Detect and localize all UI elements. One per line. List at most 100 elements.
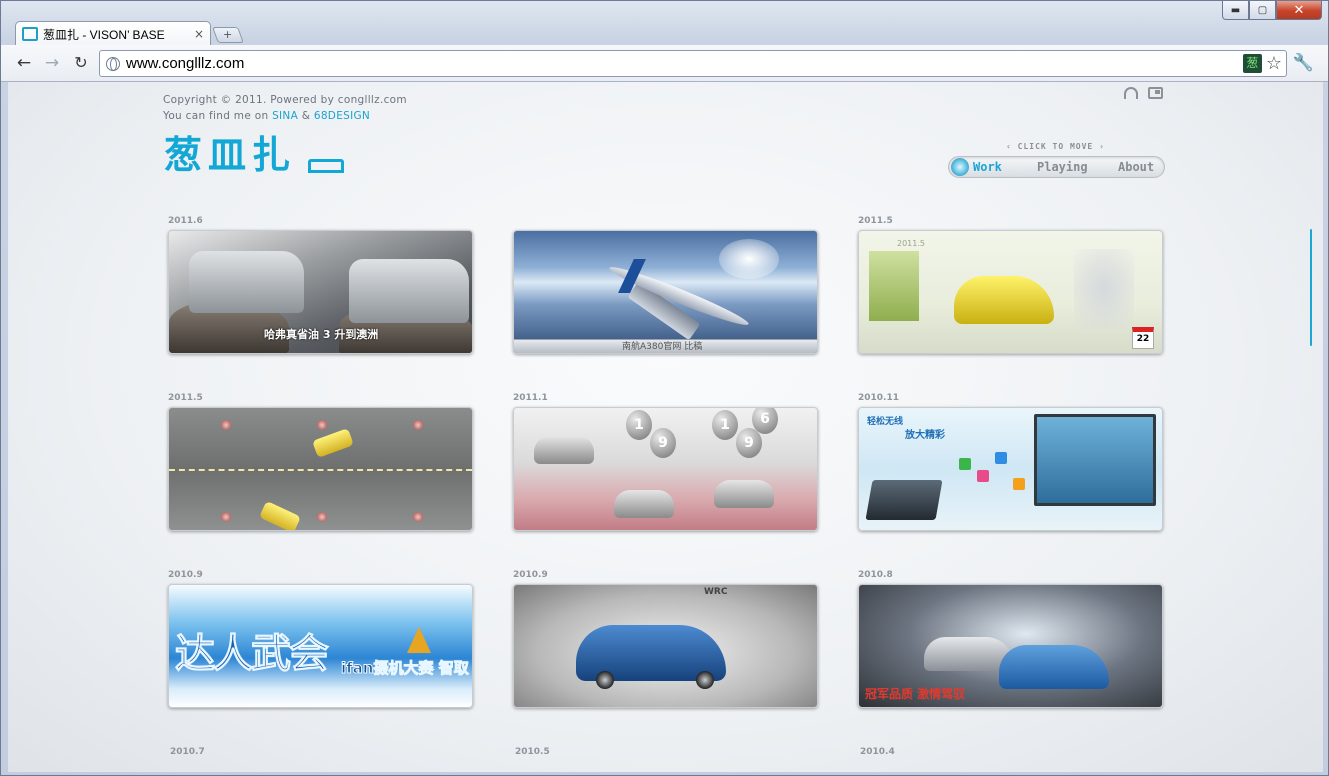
url-text[interactable]: www.conglllz.com bbox=[126, 55, 1243, 72]
site-logo[interactable]: 葱皿扎 bbox=[164, 133, 345, 177]
app-tile-shape bbox=[995, 452, 1007, 464]
work-item[interactable]: 2011.6 哈弗真省油 3 升到澳洲 bbox=[168, 216, 473, 354]
copyright-block: Copyright © 2011. Powered by conglllz.co… bbox=[163, 92, 407, 124]
work-item[interactable]: 2010.11 轻松无线 放大精彩 bbox=[858, 393, 1163, 531]
balloon-shape: 9 bbox=[736, 428, 762, 458]
globe-icon bbox=[106, 56, 120, 71]
marker-dot bbox=[413, 512, 423, 522]
tab-title: 葱皿扎 - VISON’ BASE bbox=[43, 27, 165, 42]
work-caption: 2011.5 bbox=[897, 239, 925, 248]
suv-shape bbox=[349, 259, 469, 323]
work-thumbnail[interactable]: 哈弗真省油 3 升到澳洲 bbox=[168, 230, 473, 354]
work-item[interactable]: 南航A380官网 比稿 bbox=[513, 216, 818, 354]
window-toggle-icon[interactable] bbox=[1148, 87, 1163, 99]
wheel-shape bbox=[596, 671, 614, 689]
blue-car-shape bbox=[999, 645, 1109, 689]
work-thumbnail[interactable]: WRC bbox=[513, 584, 818, 708]
laptop-shape bbox=[865, 480, 943, 520]
work-thumbnail[interactable] bbox=[168, 407, 473, 531]
find-me-line: You can find me on SINA & 68DESIGN bbox=[163, 108, 407, 124]
marker-dot bbox=[221, 420, 231, 430]
balloon-shape: 6 bbox=[752, 408, 778, 434]
nav-work[interactable]: Work bbox=[973, 160, 1002, 174]
section-nav[interactable]: Work Playing About bbox=[948, 156, 1165, 178]
wrench-icon[interactable]: 🔧 bbox=[1293, 53, 1314, 73]
new-tab-button[interactable]: + bbox=[212, 27, 244, 43]
work-date: 2011.6 bbox=[168, 216, 203, 226]
work-date: 2011.5 bbox=[858, 216, 893, 226]
work-date: 2010.9 bbox=[168, 570, 203, 580]
taxi-shape bbox=[258, 500, 302, 530]
tab-close-icon[interactable]: × bbox=[194, 27, 204, 41]
marker-dot bbox=[317, 512, 327, 522]
plus-icon: + bbox=[223, 28, 233, 41]
browser-window: ▬ ▢ ✕ 葱皿扎 - VISON’ BASE × + ← → ↻ www.co… bbox=[0, 0, 1329, 776]
work-item[interactable]: 2010.4 bbox=[860, 747, 1165, 761]
work-date: 2010.7 bbox=[170, 747, 205, 757]
work-item[interactable]: 2010.8 冠军品质 激情驾驭 bbox=[858, 570, 1163, 708]
scroll-indicator[interactable] bbox=[1310, 229, 1312, 346]
building-shape bbox=[869, 251, 919, 321]
taxi-shape bbox=[312, 428, 354, 458]
tab-active[interactable]: 葱皿扎 - VISON’ BASE × bbox=[15, 21, 211, 46]
headphone-icon[interactable] bbox=[1124, 87, 1138, 99]
browser-toolbar: ← → ↻ www.conglllz.com 葱 ☆ 🔧 bbox=[1, 45, 1328, 82]
work-caption: 哈弗真省油 3 升到澳洲 bbox=[264, 328, 379, 341]
balloon-shape: 1 bbox=[626, 410, 652, 440]
extension-icon[interactable]: 葱 bbox=[1242, 54, 1262, 73]
copyright-text: Copyright © 2011. Powered by conglllz.co… bbox=[163, 94, 407, 106]
work-item[interactable]: 2010.5 bbox=[515, 747, 820, 761]
work-thumbnail[interactable]: 达人武会 ifan摄机大赛 智取 bbox=[168, 584, 473, 708]
nav-about[interactable]: About bbox=[1118, 160, 1154, 174]
back-arrow-icon[interactable]: ← bbox=[13, 53, 35, 73]
suv-shape bbox=[189, 251, 304, 313]
app-tile-shape bbox=[959, 458, 971, 470]
work-item[interactable]: 2011.5 2011.5 22 bbox=[858, 216, 1163, 354]
bookmark-star-icon[interactable]: ☆ bbox=[1266, 53, 1282, 74]
nav-playing[interactable]: Playing bbox=[1037, 160, 1088, 174]
top-icons bbox=[1124, 87, 1163, 99]
work-caption: 冠军品质 激情驾驭 bbox=[865, 687, 966, 701]
work-caption: 轻松无线 bbox=[867, 417, 904, 427]
click-to-move-hint: ‹ CLICK TO MOVE › bbox=[1006, 142, 1105, 151]
work-caption: 南航A380官网 比稿 bbox=[622, 342, 703, 352]
work-date: 2010.8 bbox=[858, 570, 893, 580]
work-item[interactable]: 2010.7 bbox=[170, 747, 475, 761]
marker-dot bbox=[413, 420, 423, 430]
smart-car-shape bbox=[534, 436, 594, 464]
work-thumbnail[interactable]: 1 9 1 9 6 bbox=[513, 407, 818, 531]
work-date: 2010.11 bbox=[858, 393, 899, 403]
logo-text: 葱皿扎 bbox=[164, 133, 297, 177]
app-tile-shape bbox=[977, 470, 989, 482]
work-item[interactable]: 2010.9 达人武会 ifan摄机大赛 智取 bbox=[168, 570, 473, 708]
reload-icon[interactable]: ↻ bbox=[70, 53, 92, 73]
work-thumbnail[interactable]: 南航A380官网 比稿 bbox=[513, 230, 818, 354]
work-caption: WRC bbox=[704, 587, 728, 597]
work-date bbox=[513, 216, 818, 230]
work-date: 2011.1 bbox=[513, 393, 548, 403]
work-item[interactable]: 2011.1 1 9 1 9 6 bbox=[513, 393, 818, 531]
app-tile-shape bbox=[1013, 478, 1025, 490]
sina-link[interactable]: SINA bbox=[272, 110, 298, 122]
work-date: 2011.5 bbox=[168, 393, 203, 403]
site-favicon-icon bbox=[22, 27, 38, 41]
work-thumbnail[interactable]: 冠军品质 激情驾驭 bbox=[858, 584, 1163, 708]
work-thumbnail[interactable]: 2011.5 22 bbox=[858, 230, 1163, 354]
balloon-shape: 1 bbox=[712, 410, 738, 440]
amp-text: & bbox=[301, 110, 311, 122]
nav-knob-icon[interactable] bbox=[951, 158, 969, 176]
balloon-shape: 9 bbox=[650, 428, 676, 458]
marker-dot bbox=[221, 512, 231, 522]
find-me-prefix: You can find me on bbox=[163, 110, 269, 122]
road-lane bbox=[169, 469, 472, 471]
68design-link[interactable]: 68DESIGN bbox=[314, 110, 370, 122]
forward-arrow-icon[interactable]: → bbox=[41, 53, 63, 73]
address-bar[interactable]: www.conglllz.com 葱 ☆ bbox=[99, 50, 1287, 77]
work-item[interactable]: 2011.5 bbox=[168, 393, 473, 531]
page-viewport: Copyright © 2011. Powered by conglllz.co… bbox=[8, 82, 1323, 772]
work-thumbnail[interactable]: 轻松无线 放大精彩 bbox=[858, 407, 1163, 531]
logo-mark-icon bbox=[308, 159, 345, 173]
work-date: 2010.9 bbox=[513, 570, 548, 580]
marker-dot bbox=[317, 420, 327, 430]
work-item[interactable]: 2010.9 WRC bbox=[513, 570, 818, 708]
